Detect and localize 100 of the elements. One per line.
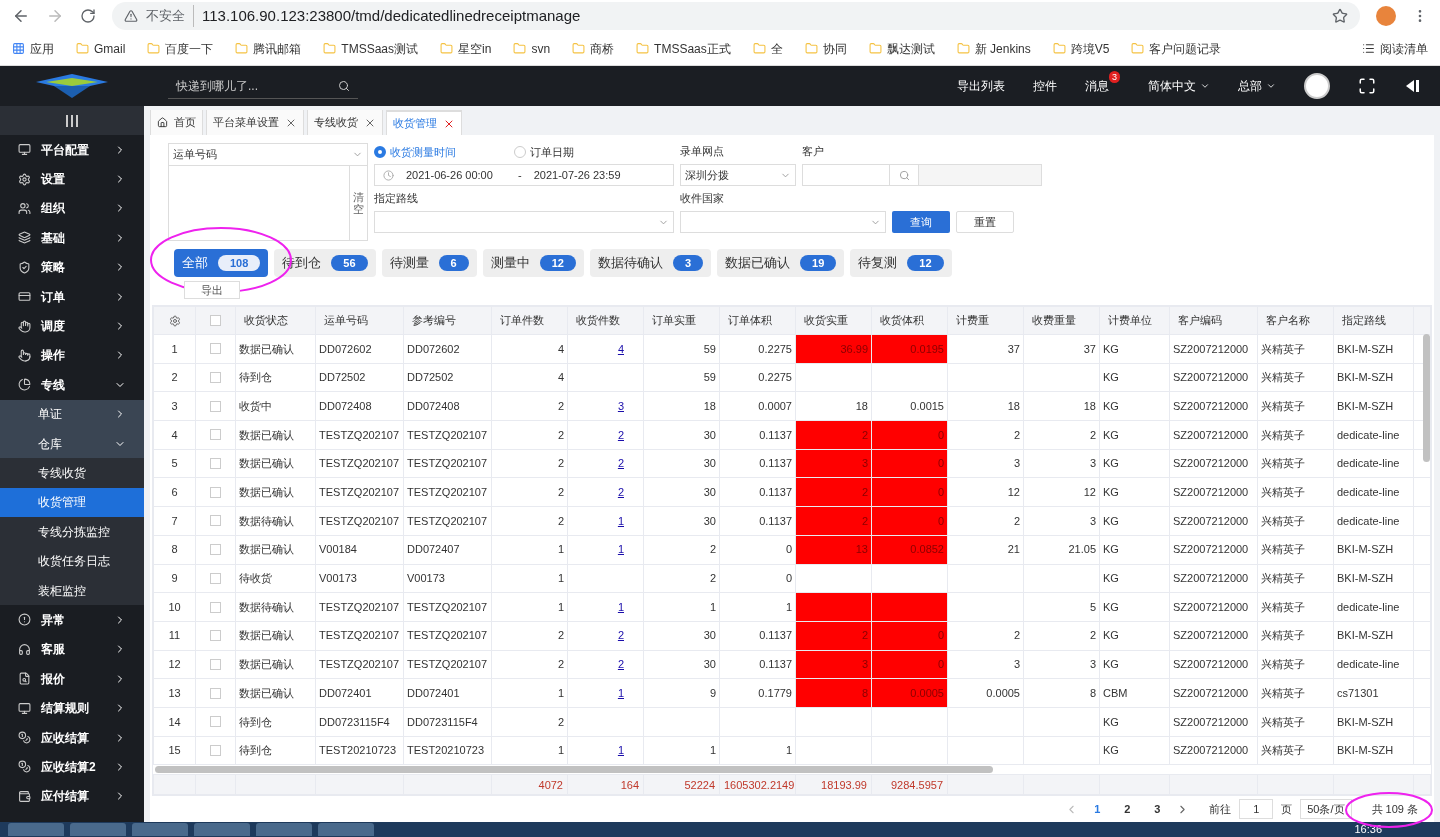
star-icon[interactable]: [1332, 8, 1348, 24]
sidebar-item[interactable]: 订单: [0, 281, 144, 312]
vertical-scrollbar[interactable]: [1423, 334, 1430, 462]
sidebar-item[interactable]: 设置: [0, 164, 144, 194]
page-tab[interactable]: 首页: [150, 110, 203, 135]
number-type-select[interactable]: 运单号码: [169, 144, 367, 166]
row-checkbox[interactable]: [210, 572, 221, 584]
count-link[interactable]: 1: [617, 686, 640, 699]
sidebar-item[interactable]: 专线分拣监控: [0, 517, 144, 547]
bookmark[interactable]: 全: [752, 39, 783, 58]
status-tab[interactable]: 待复测 12: [850, 249, 952, 277]
reset-button[interactable]: 重置: [956, 211, 1014, 233]
column-header[interactable]: 订单件数: [491, 306, 568, 335]
horizontal-scrollbar[interactable]: [154, 766, 993, 774]
sidebar-item[interactable]: 收货管理: [0, 487, 144, 518]
page-tab[interactable]: 收货管理: [386, 110, 462, 135]
status-tab[interactable]: 待测量 6: [381, 249, 477, 277]
goto-field[interactable]: 1: [1239, 799, 1274, 820]
reading-list[interactable]: 阅读清单: [1362, 39, 1428, 58]
clear-button[interactable]: 清空: [349, 166, 367, 240]
avatar[interactable]: [1304, 73, 1330, 99]
count-link[interactable]: 1: [617, 744, 640, 757]
row-checkbox[interactable]: [210, 716, 221, 728]
back-icon[interactable]: [12, 7, 30, 25]
taskbar-app-icon[interactable]: [194, 823, 250, 836]
site-select[interactable]: 深圳分拨: [680, 164, 796, 186]
column-header[interactable]: 订单体积: [719, 306, 796, 335]
count-link[interactable]: 1: [617, 600, 640, 613]
radio-option[interactable]: 订单日期: [514, 143, 634, 161]
menu-icon[interactable]: [65, 114, 79, 127]
taskbar-app-icon[interactable]: [70, 823, 126, 836]
row-checkbox[interactable]: [210, 486, 221, 498]
column-header[interactable]: 指定路线: [1333, 306, 1414, 335]
country-select[interactable]: [680, 211, 886, 233]
page-size-select[interactable]: 50条/页: [1300, 799, 1352, 820]
sidebar-item[interactable]: 应付结算: [0, 781, 144, 811]
column-header[interactable]: 客户编码: [1169, 306, 1258, 335]
row-checkbox[interactable]: [210, 458, 221, 470]
bookmark[interactable]: 客户问题记录: [1131, 39, 1222, 58]
status-tab[interactable]: 数据待确认 3: [590, 249, 712, 277]
bookmark[interactable]: 协同: [804, 39, 847, 58]
messages-link[interactable]: 消息: [1085, 77, 1109, 95]
sidebar-item[interactable]: 单证: [0, 399, 144, 429]
sidebar-item[interactable]: 平台配置: [0, 135, 144, 165]
address-bar[interactable]: 不安全 113.106.90.123:23800/tmd/dedicatedlinedreceiptmanage: [112, 2, 1360, 30]
sidebar-item[interactable]: 调度: [0, 311, 144, 341]
region-select[interactable]: 总部: [1238, 77, 1276, 95]
row-checkbox[interactable]: [210, 658, 221, 670]
sidebar-item[interactable]: 应收结算: [0, 722, 144, 753]
count-link[interactable]: 3: [617, 399, 640, 412]
page-tab[interactable]: 平台菜单设置: [206, 110, 304, 135]
sidebar-item[interactable]: 仓库: [0, 428, 144, 459]
row-checkbox[interactable]: [210, 687, 221, 699]
search-button[interactable]: 查询: [892, 211, 950, 233]
export-button[interactable]: 导出: [184, 281, 240, 299]
sidebar-item[interactable]: 组织: [0, 193, 144, 224]
count-link[interactable]: 2: [617, 457, 640, 470]
bookmark[interactable]: TMSSaas正式: [636, 39, 731, 58]
row-checkbox[interactable]: [210, 744, 221, 756]
sidebar-item[interactable]: 报价: [0, 664, 144, 694]
taskbar-app-icon[interactable]: [318, 823, 374, 836]
route-select[interactable]: [374, 211, 674, 233]
column-header[interactable]: 收费重量: [1023, 306, 1100, 335]
bookmark[interactable]: 新 Jenkins: [956, 39, 1031, 58]
settings-icon[interactable]: [168, 314, 181, 327]
language-select[interactable]: 简体中文: [1148, 77, 1210, 95]
avatar-icon[interactable]: [1376, 6, 1396, 26]
count-link[interactable]: 2: [617, 629, 640, 642]
page-number[interactable]: 1: [1086, 800, 1109, 818]
forward-icon[interactable]: [46, 7, 64, 25]
bookmark[interactable]: 腾讯邮箱: [235, 39, 302, 58]
sidebar-item[interactable]: 客服: [0, 634, 144, 665]
count-link[interactable]: 1: [617, 543, 640, 556]
sidebar-item[interactable]: 策略: [0, 252, 144, 282]
collapse-icon[interactable]: [1404, 78, 1420, 94]
bookmark[interactable]: 星空in: [440, 39, 492, 58]
sidebar-item[interactable]: 操作: [0, 340, 144, 371]
sidebar-item[interactable]: 基础: [0, 223, 144, 253]
page-number[interactable]: 3: [1146, 800, 1169, 818]
page-number[interactable]: 2: [1116, 800, 1139, 818]
fullscreen-icon[interactable]: [1358, 77, 1376, 95]
customer-input[interactable]: [802, 164, 890, 186]
row-checkbox[interactable]: [210, 400, 221, 412]
header-link[interactable]: 控件: [1033, 77, 1057, 95]
row-checkbox[interactable]: [210, 429, 221, 441]
bookmark[interactable]: 商桥: [572, 39, 615, 58]
sidebar-item[interactable]: 专线收货: [0, 458, 144, 488]
column-header[interactable]: 计费单位: [1099, 306, 1170, 335]
column-header[interactable]: 计费重: [947, 306, 1024, 335]
date-range-field[interactable]: 2021-06-26 00:00 - 2021-07-26 23:59: [374, 164, 674, 186]
taskbar-app-icon[interactable]: [256, 823, 312, 836]
bookmark[interactable]: 应用: [12, 39, 54, 58]
column-header[interactable]: 收货实重: [795, 306, 872, 335]
taskbar-app-icon[interactable]: [132, 823, 188, 836]
column-header[interactable]: 订单实重: [643, 306, 720, 335]
sidebar-item[interactable]: 异常: [0, 605, 144, 635]
column-header[interactable]: 收货件数: [567, 306, 644, 335]
bookmark[interactable]: TMSSaas测试: [323, 39, 419, 58]
row-checkbox[interactable]: [210, 515, 221, 527]
row-checkbox[interactable]: [210, 343, 221, 355]
